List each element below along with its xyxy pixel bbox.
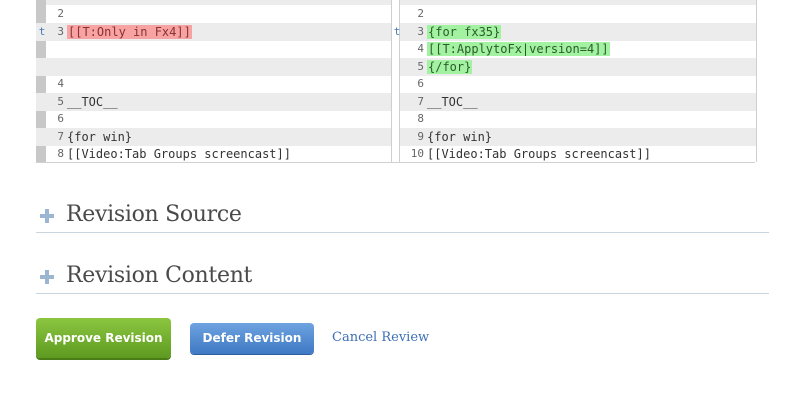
line-number: 3 [417,24,424,38]
diff-line: t 3 {for fx35} [394,22,756,41]
line-number: 7 [57,129,64,143]
added-text: {/for} [427,59,473,74]
defer-revision-button[interactable]: Defer Revision [190,323,314,354]
expand-plus-icon [40,209,54,223]
line-text: __TOC__ [67,94,118,109]
revision-source-toggle[interactable]: Revision Source [36,202,769,233]
approve-revision-button[interactable]: Approve Revision [36,318,171,358]
line-code: __TOC__ [67,94,118,110]
line-number: 3 [57,24,64,38]
line-number: 5 [417,59,424,73]
line-number: 8 [417,112,424,125]
diff-line: 9 {for win} [400,127,756,146]
added-text: [[T:ApplytoFx|version=4]] [427,42,610,56]
change-marker: t [393,24,401,38]
line-code: __TOC__ [427,94,478,110]
diff-line: 5 __TOC__ [36,92,391,111]
revision-content-toggle[interactable]: Revision Content [36,263,769,294]
diff-right-pane: 2 t 3 {for fx35} 4 [[T:ApplytoFx|version=4]] 5… [394,0,757,163]
expand-plus-icon [40,270,54,284]
diff-line: 7 {for win} [36,127,391,146]
diff-line [36,40,391,58]
line-number: 7 [417,94,424,108]
diff-line: 6 [36,110,391,128]
diff-line: 4 [36,75,391,93]
line-text: {for win} [67,129,133,144]
diff-line: 10 [[Video:Tab Groups screencast]] [400,145,756,163]
diff-line: 8 [[Video:Tab Groups screencast]] [36,145,391,163]
line-number: 6 [417,77,424,90]
diff-line: 6 [400,75,756,93]
line-text: {for win} [427,129,493,144]
line-number: 6 [57,112,64,125]
diff-line: 5 {/for} [400,57,756,76]
line-number: 10 [410,147,424,160]
line-code: [[T:Only in Fx4]] [67,24,192,40]
deleted-text: [[T:Only in Fx4]] [67,24,192,39]
line-text: __TOC__ [427,94,478,109]
line-code: [[Video:Tab Groups screencast]] [67,146,291,162]
line-number: 5 [57,94,64,108]
diff-line: 2 [400,5,756,23]
line-code: [[T:ApplytoFx|version=4]] [427,41,610,57]
line-number: 8 [57,147,64,160]
line-number: 2 [57,7,64,20]
diff-line: 4 [[T:ApplytoFx|version=4]] [400,40,756,58]
line-text: [[Video:Tab Groups screencast]] [427,147,651,161]
revision-content-title: Revision Content [66,263,253,288]
line-code: {for fx35} [427,24,502,40]
line-number: 2 [417,7,424,20]
line-code: {/for} [427,59,473,75]
line-code: {for win} [67,129,132,145]
diff-left-pane: 2 t 3 [[T:Only in Fx4]] 4 5 __TOC__ 6 7 {for win}… [36,0,391,162]
change-marker: t [38,24,46,38]
line-number: 4 [417,42,424,55]
diff-line: 7 __TOC__ [400,92,756,111]
revision-source-title: Revision Source [66,202,242,227]
diff-line: t 3 [[T:Only in Fx4]] [36,22,391,41]
added-text: {for fx35} [427,24,502,39]
line-code: [[Video:Tab Groups screencast]] [427,146,651,162]
diff-line: 8 [400,110,756,128]
line-number: 4 [57,77,64,90]
revision-diff: 2 t 3 [[T:Only in Fx4]] 4 5 __TOC__ 6 7 {for win}… [36,0,757,163]
line-text: [[Video:Tab Groups screencast]] [67,147,291,161]
line-code: {for win} [427,129,492,145]
cancel-review-link[interactable]: Cancel Review [332,330,429,345]
diff-line [36,57,391,76]
diff-line: 2 [36,5,391,23]
line-number: 9 [417,129,424,143]
